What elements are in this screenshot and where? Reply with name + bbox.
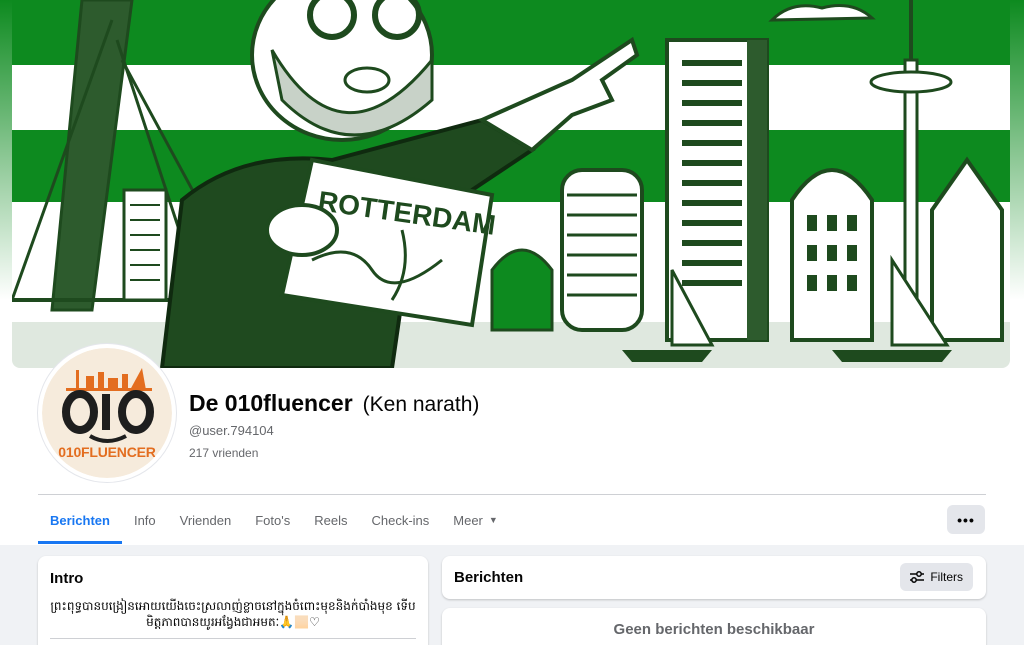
posts-title: Berichten — [454, 569, 524, 586]
avatar-logo-text: 010FLUENCER — [58, 444, 156, 460]
no-posts-message: Geen berichten beschikbaar — [613, 621, 815, 638]
profile-tabs: Berichten Info Vrienden Foto's Reels Che… — [38, 496, 510, 544]
no-posts-card: Geen berichten beschikbaar — [442, 608, 986, 645]
tab-meer[interactable]: Meer ▼ — [441, 496, 510, 544]
profile-name-text: De 010fluencer — [189, 390, 353, 416]
profile-name: De 010fluencer (Ken narath) — [189, 390, 479, 417]
cover-photo[interactable]: ROTTERDAM — [12, 0, 1010, 368]
intro-card: Intro ព្រះពុទ្ធបានបង្រៀនអោយយើងចេះស្រលាញ់… — [38, 556, 428, 645]
intro-bio: ព្រះពុទ្ធបានបង្រៀនអោយយើងចេះស្រលាញ់ខ្លាចន… — [50, 599, 416, 629]
tab-meer-label: Meer — [453, 512, 483, 528]
tab-reels[interactable]: Reels — [302, 496, 359, 544]
profile-handle: @user.794104 — [189, 423, 274, 438]
cover-illustration: ROTTERDAM — [12, 0, 1010, 368]
profile-alternate-name: (Ken narath) — [362, 393, 480, 416]
header-divider — [38, 494, 986, 495]
tab-fotos[interactable]: Foto's — [243, 496, 302, 544]
avatar-logo: 010FLUENCER — [42, 348, 172, 478]
profile-avatar[interactable]: 010FLUENCER — [38, 344, 176, 482]
filters-button[interactable]: Filters — [900, 563, 973, 591]
tab-check-ins[interactable]: Check-ins — [359, 496, 441, 544]
posts-header-card: Berichten Filters — [442, 556, 986, 599]
intro-divider — [50, 638, 416, 639]
intro-title: Intro — [50, 570, 84, 587]
tab-vrienden[interactable]: Vrienden — [168, 496, 244, 544]
sliders-icon — [910, 571, 925, 583]
tab-berichten[interactable]: Berichten — [38, 496, 122, 544]
friends-count-link[interactable]: 217 vrienden — [189, 446, 258, 460]
tab-info[interactable]: Info — [122, 496, 168, 544]
chevron-down-icon: ▼ — [488, 515, 498, 525]
filters-label: Filters — [930, 570, 963, 584]
more-options-button[interactable]: ••• — [947, 505, 985, 534]
